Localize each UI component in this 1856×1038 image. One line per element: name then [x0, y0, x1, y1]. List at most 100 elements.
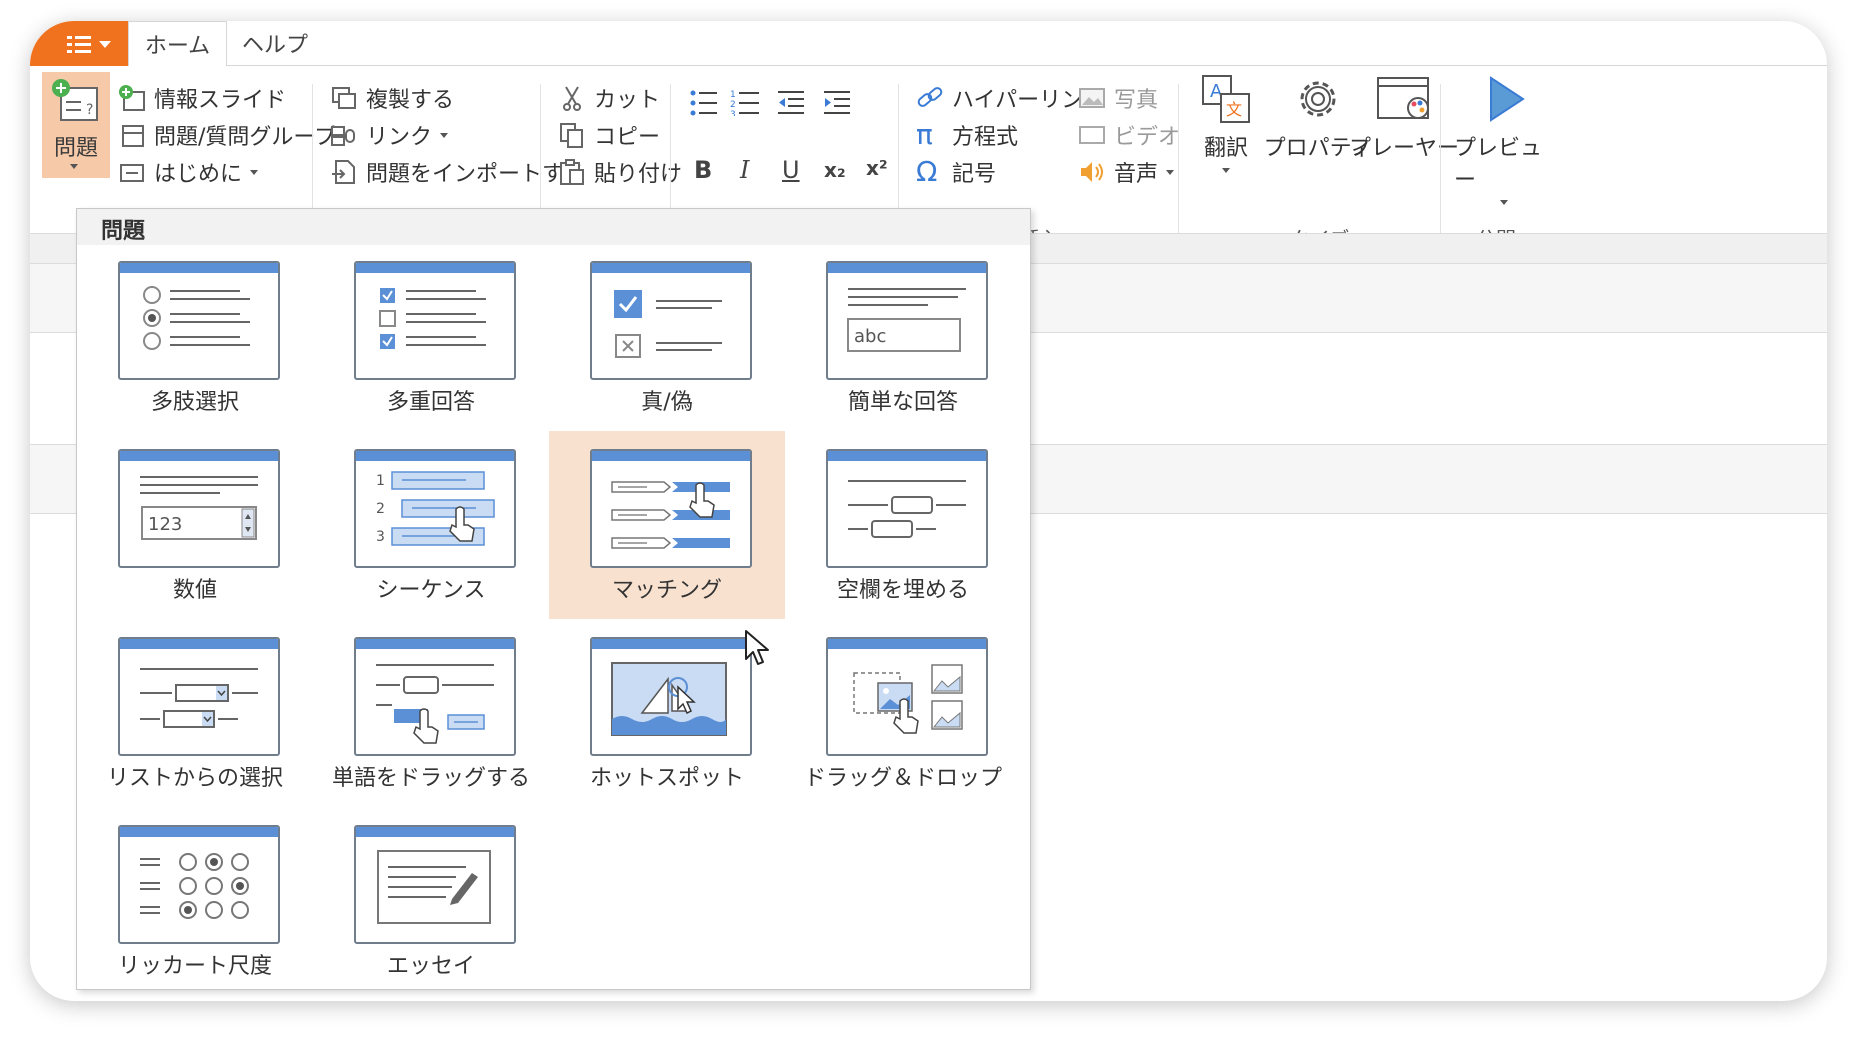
essay-icon: [354, 825, 516, 944]
menu-icon: [67, 35, 91, 53]
question-type-multiple-choice[interactable]: 多肢選択: [77, 243, 313, 431]
link-button[interactable]: リンク: [330, 119, 449, 151]
subscript-button[interactable]: x₂: [824, 158, 846, 182]
question-group-icon: [118, 121, 146, 149]
import-questions-button[interactable]: 問題をインポートする: [330, 156, 586, 188]
true-false-icon: [590, 261, 752, 380]
import-icon: [330, 158, 358, 186]
chevron-down-icon: [1500, 200, 1508, 205]
question-type-fill-in-blanks[interactable]: 空欄を埋める: [785, 431, 1021, 619]
player-label: プレーヤー: [1348, 136, 1459, 161]
intro-icon: [118, 158, 146, 186]
symbol-label: 記号: [952, 162, 997, 187]
tab-help[interactable]: ヘルプ: [230, 21, 320, 65]
translate-button[interactable]: A文 翻訳: [1196, 72, 1256, 173]
question-type-label: 真/偽: [641, 390, 693, 415]
question-type-short-answer[interactable]: abc 簡単な回答: [785, 243, 1021, 431]
question-group-label: 問題/質問グループ: [154, 125, 337, 150]
translate-icon: A文: [1202, 75, 1250, 123]
menu-header: 問題: [77, 209, 1030, 245]
question-button[interactable]: ? 問題: [42, 72, 110, 178]
question-type-label: シーケンス: [376, 578, 486, 603]
bold-button[interactable]: B: [694, 156, 712, 184]
chevron-down-icon: [440, 132, 449, 138]
svg-text:1: 1: [730, 90, 736, 100]
sequence-icon: 1 2 3: [354, 449, 516, 568]
info-slide-label: 情報スライド: [154, 88, 287, 113]
bullet-list-icon[interactable]: [690, 90, 718, 116]
cut-label: カット: [594, 88, 661, 113]
preview-label: プレビュー: [1454, 136, 1543, 193]
gear-icon: [1300, 81, 1336, 117]
tab-bar: ホーム ヘルプ: [30, 21, 1827, 67]
question-type-true-false[interactable]: 真/偽: [549, 243, 785, 431]
info-slide-button[interactable]: 情報スライド: [118, 82, 286, 114]
question-group-button[interactable]: 問題/質問グループ: [118, 119, 336, 151]
question-type-label: 単語をドラッグする: [331, 766, 530, 791]
player-icon: [1377, 77, 1429, 119]
question-type-numeric[interactable]: 123 数値: [77, 431, 313, 619]
photo-label: 写真: [1114, 88, 1159, 113]
chevron-down-icon: [1222, 168, 1230, 173]
photo-button[interactable]: 写真: [1078, 82, 1158, 114]
numeric-icon: 123: [118, 449, 280, 568]
intro-button[interactable]: はじめに: [118, 156, 259, 188]
copy-button[interactable]: コピー: [558, 119, 660, 151]
link-label: リンク: [366, 125, 433, 150]
question-type-essay[interactable]: エッセイ: [313, 807, 549, 995]
audio-label: 音声: [1114, 162, 1159, 187]
question-type-label: リストからの選択: [106, 766, 283, 791]
duplicate-button[interactable]: 複製する: [330, 82, 454, 114]
question-type-label: 多肢選択: [150, 390, 239, 415]
question-button-label: 問題: [53, 136, 98, 161]
short-answer-icon: abc: [826, 261, 988, 380]
decrease-indent-icon[interactable]: [776, 90, 806, 116]
question-type-matching[interactable]: マッチング: [549, 431, 785, 619]
question-type-drag-words[interactable]: 単語をドラッグする: [313, 619, 549, 807]
pi-icon: π: [916, 118, 933, 151]
copy-label: コピー: [594, 125, 661, 150]
tab-home[interactable]: ホーム: [128, 21, 227, 67]
photo-icon: [1078, 84, 1106, 112]
copy-icon: [558, 121, 586, 149]
matching-icon: [590, 449, 752, 568]
paste-button[interactable]: 貼り付け: [558, 156, 682, 188]
question-type-label: エッセイ: [386, 954, 475, 979]
numbered-list-icon[interactable]: 123: [730, 90, 760, 116]
fill-in-blanks-icon: [826, 449, 988, 568]
svg-text:2: 2: [730, 100, 736, 110]
import-questions-label: 問題をインポートする: [366, 162, 587, 187]
italic-button[interactable]: I: [740, 156, 749, 184]
question-type-likert-scale[interactable]: リッカート尺度: [77, 807, 313, 995]
increase-indent-icon[interactable]: [822, 90, 852, 116]
preview-button[interactable]: プレビュー: [1454, 72, 1554, 205]
question-type-select-from-lists[interactable]: リストからの選択: [77, 619, 313, 807]
symbol-button[interactable]: Ω 記号: [916, 156, 996, 188]
duplicate-label: 複製する: [366, 88, 455, 113]
duplicate-icon: [330, 84, 358, 112]
intro-label: はじめに: [154, 162, 243, 187]
hyperlink-icon: [916, 84, 944, 112]
question-type-multiple-response[interactable]: 多重回答: [313, 243, 549, 431]
likert-scale-icon: [118, 825, 280, 944]
omega-icon: Ω: [916, 155, 938, 188]
svg-text:?: ?: [86, 102, 93, 118]
question-type-sequence[interactable]: 1 2 3 シーケンス: [313, 431, 549, 619]
svg-text:文: 文: [1226, 100, 1242, 119]
video-button[interactable]: ビデオ: [1078, 119, 1180, 151]
question-type-drag-and-drop[interactable]: ドラッグ＆ドロップ: [785, 619, 1021, 807]
chevron-down-icon: [250, 169, 259, 175]
paste-icon: [558, 158, 586, 186]
underline-button[interactable]: U: [782, 156, 800, 184]
paste-label: 貼り付け: [594, 162, 683, 187]
hyperlink-button[interactable]: ハイパーリンク: [916, 82, 1105, 114]
equation-button[interactable]: π 方程式: [916, 119, 1018, 151]
superscript-button[interactable]: x²: [866, 156, 888, 180]
app-window: ホーム ヘルプ ? 問題 情報スライド 問題/質問グループ はじめに 複製する …: [30, 21, 1827, 1001]
audio-button[interactable]: 音声: [1078, 156, 1175, 188]
link-icon: [330, 121, 358, 149]
svg-text:3: 3: [730, 110, 736, 116]
player-button[interactable]: プレーヤー: [1348, 72, 1460, 162]
drag-and-drop-icon: [826, 637, 988, 756]
cut-button[interactable]: カット: [558, 82, 660, 114]
